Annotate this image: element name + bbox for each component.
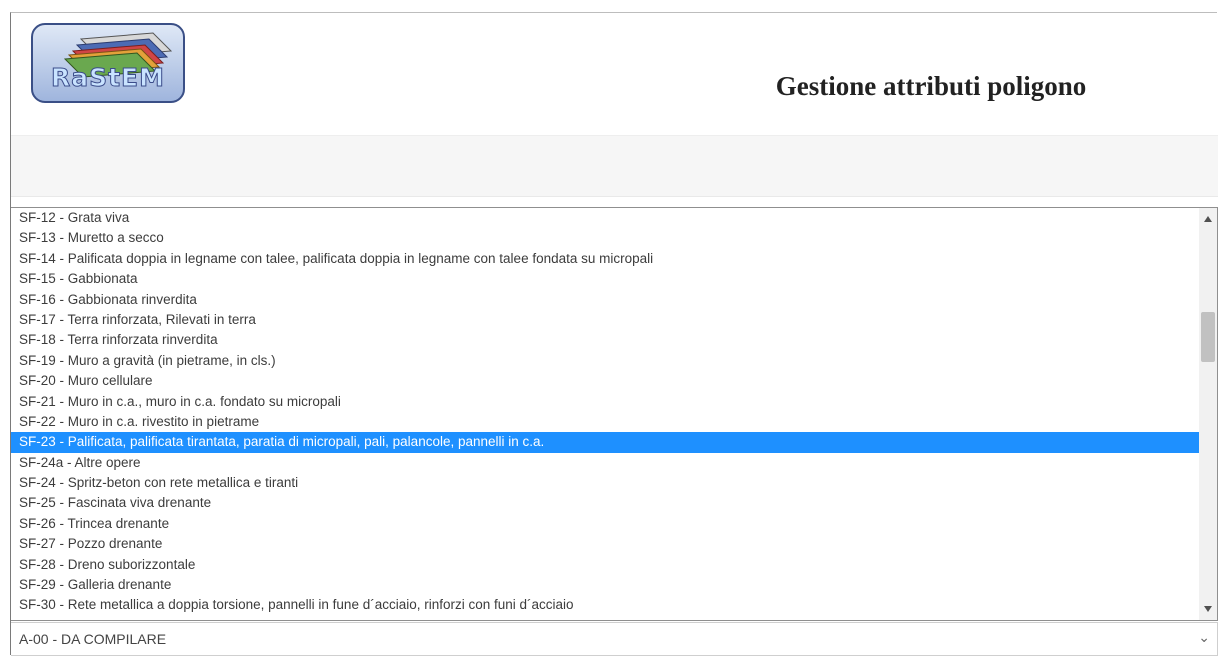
list-item[interactable]: SF-26 - Trincea drenante xyxy=(11,514,1199,534)
list-item[interactable]: SF-24 - Spritz-beton con rete metallica … xyxy=(11,473,1199,493)
list-item[interactable]: SF-14 - Palificata doppia in legname con… xyxy=(11,249,1199,269)
list-item[interactable]: SF-13 - Muretto a secco xyxy=(11,228,1199,248)
attribute-select[interactable]: A-00 - DA COMPILARE ⌄ xyxy=(11,622,1218,656)
select-value: A-00 - DA COMPILARE xyxy=(19,631,167,647)
list-item[interactable]: SF-19 - Muro a gravità (in pietrame, in … xyxy=(11,351,1199,371)
vertical-scrollbar[interactable] xyxy=(1199,208,1217,620)
chevron-down-icon[interactable]: ⌄ xyxy=(1198,630,1210,646)
list-item[interactable]: SF-24a - Altre opere xyxy=(11,453,1199,473)
list-item[interactable]: SF-16 - Gabbionata rinverdita xyxy=(11,290,1199,310)
scroll-up-icon[interactable] xyxy=(1204,216,1212,222)
list-item[interactable]: SF-28 - Dreno suborizzontale xyxy=(11,555,1199,575)
list-item[interactable]: SF-17 - Terra rinforzata, Rilevati in te… xyxy=(11,310,1199,330)
toolbar-band xyxy=(11,135,1218,197)
list-item[interactable]: SF-25 - Fascinata viva drenante xyxy=(11,493,1199,513)
list-item[interactable]: SF-27 - Pozzo drenante xyxy=(11,534,1199,554)
app-frame: RaStEM Gestione attributi poligono SF-12… xyxy=(10,12,1218,656)
list-item[interactable]: SF-15 - Gabbionata xyxy=(11,269,1199,289)
scroll-down-icon[interactable] xyxy=(1204,606,1212,612)
list-item[interactable]: SF-20 - Muro cellulare xyxy=(11,371,1199,391)
options-listbox[interactable]: SF-12 - Grata viva SF-13 - Muretto a secc… xyxy=(11,207,1218,621)
list-item[interactable]: SF-30 - Rete metallica a doppia torsione… xyxy=(11,595,1199,615)
listbox-items: SF-12 - Grata viva SF-13 - Muretto a secc… xyxy=(11,208,1199,616)
list-item[interactable]: SF-12 - Grata viva xyxy=(11,208,1199,228)
rastem-logo: RaStEM xyxy=(31,23,185,103)
list-item[interactable]: SF-18 - Terra rinforzata rinverdita xyxy=(11,330,1199,350)
logo-text: RaStEM xyxy=(50,63,166,93)
list-item[interactable]: SF-29 - Galleria drenante xyxy=(11,575,1199,595)
scrollbar-thumb[interactable] xyxy=(1201,312,1215,362)
page-title: Gestione attributi poligono xyxy=(775,71,1087,101)
list-item-selected[interactable]: SF-23 - Palificata, palificata tirantata… xyxy=(11,432,1199,453)
list-item[interactable]: SF-21 - Muro in c.a., muro in c.a. fonda… xyxy=(11,392,1199,412)
header: RaStEM Gestione attributi poligono xyxy=(11,13,1218,135)
list-item[interactable]: SF-22 - Muro in c.a. rivestito in pietra… xyxy=(11,412,1199,432)
